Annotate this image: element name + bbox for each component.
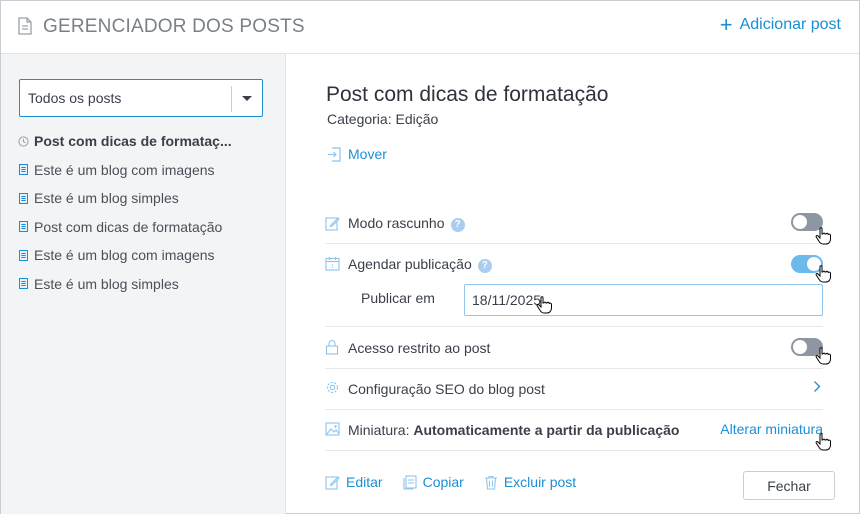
document-icon xyxy=(18,164,29,176)
change-thumbnail-link[interactable]: Alterar miniatura xyxy=(720,421,823,437)
toggle-knob xyxy=(793,215,807,229)
chevron-down-icon[interactable] xyxy=(242,96,252,101)
post-list-item[interactable]: Este é um blog simples xyxy=(18,184,278,213)
post-category: Categoria: Edição xyxy=(327,111,439,127)
post-filter-value: Todos os posts xyxy=(28,90,122,106)
document-icon xyxy=(18,221,29,233)
page-title: GERENCIADOR DOS POSTS xyxy=(43,16,305,37)
post-list-item-label: Este é um blog com imagens xyxy=(34,161,215,178)
copy-label: Copiar xyxy=(422,474,464,490)
post-actions: Editar Copiar Excluir post xyxy=(325,474,596,490)
draft-mode-row: Modo rascunho? xyxy=(325,204,823,244)
post-list-item-label: Post com dicas de formatação xyxy=(34,218,223,235)
schedule-toggle[interactable] xyxy=(791,255,823,273)
add-post-label: Adicionar post xyxy=(739,16,841,33)
move-button[interactable]: Mover xyxy=(327,146,387,162)
post-title: Post com dicas de formatação xyxy=(326,83,609,106)
post-list-item-label: Este é um blog com imagens xyxy=(34,247,215,264)
post-filter-select[interactable]: Todos os posts xyxy=(19,79,263,117)
draft-mode-label: Modo rascunho? xyxy=(348,215,465,232)
help-icon[interactable]: ? xyxy=(450,218,465,232)
draft-mode-toggle[interactable] xyxy=(791,213,823,231)
copy-button[interactable]: Copiar xyxy=(403,474,464,490)
restricted-access-row: Acesso restrito ao post xyxy=(325,328,823,369)
toggle-knob xyxy=(793,340,807,354)
edit-button[interactable]: Editar xyxy=(325,474,383,490)
schedule-label: Agendar publicação? xyxy=(348,256,492,273)
pencil-icon xyxy=(325,475,340,490)
publish-date-input[interactable]: 18/11/2025 xyxy=(464,284,823,316)
restricted-access-label: Acesso restrito ao post xyxy=(348,340,491,356)
post-list-item[interactable]: Post com dicas de formatação xyxy=(18,213,278,242)
thumbnail-prefix: Miniatura: xyxy=(348,422,414,438)
seo-settings-label: Configuração SEO do blog post xyxy=(348,381,545,397)
restricted-access-toggle[interactable] xyxy=(791,338,823,356)
move-label: Mover xyxy=(348,146,387,162)
post-details-panel: Post com dicas de formatação Categoria: … xyxy=(287,54,859,514)
close-button[interactable]: Fechar xyxy=(743,471,835,500)
edit-label: Editar xyxy=(346,474,383,490)
post-list-item[interactable]: Post com dicas de formataç... xyxy=(18,127,278,156)
chevron-right-icon[interactable] xyxy=(813,380,821,398)
delete-post-button[interactable]: Excluir post xyxy=(484,474,576,490)
schedule-text: Agendar publicação xyxy=(348,256,472,272)
lock-icon xyxy=(325,339,339,360)
plus-icon: + xyxy=(719,12,733,37)
post-list-item[interactable]: Este é um blog com imagens xyxy=(18,156,278,185)
document-icon xyxy=(18,192,29,204)
help-icon[interactable]: ? xyxy=(477,259,492,273)
clock-icon xyxy=(18,136,29,147)
document-icon xyxy=(18,249,29,261)
thumbnail-label: Miniatura: Automaticamente a partir da p… xyxy=(348,422,679,438)
sidebar: Todos os posts Post com dicas de formata… xyxy=(1,54,286,514)
delete-post-label: Excluir post xyxy=(503,474,577,490)
thumbnail-row: Miniatura: Automaticamente a partir da p… xyxy=(325,410,823,451)
copy-icon xyxy=(403,474,417,490)
svg-text:1: 1 xyxy=(331,264,334,270)
add-post-button[interactable]: + Adicionar post xyxy=(719,12,841,37)
seo-settings-row[interactable]: Configuração SEO do blog post xyxy=(325,369,823,410)
move-icon xyxy=(328,146,341,162)
trash-icon xyxy=(484,475,497,490)
document-icon xyxy=(18,17,32,40)
gear-icon xyxy=(325,380,340,400)
post-list-item[interactable]: Este é um blog com imagens xyxy=(18,241,278,270)
post-list: Post com dicas de formataç... Este é um … xyxy=(18,127,278,298)
header: GERENCIADOR DOS POSTS + Adicionar post xyxy=(1,1,859,54)
post-list-item-label: Post com dicas de formataç... xyxy=(34,133,232,150)
pencil-icon xyxy=(325,216,340,236)
calendar-icon: 1 xyxy=(325,256,340,276)
thumbnail-value: Automaticamente a partir da publicação xyxy=(413,422,680,438)
image-icon xyxy=(325,422,340,441)
toggle-knob xyxy=(807,257,821,271)
post-list-item-label: Este é um blog simples xyxy=(34,275,179,292)
document-icon xyxy=(18,278,29,290)
select-divider xyxy=(231,86,232,112)
publish-at-label: Publicar em xyxy=(361,290,435,306)
draft-mode-text: Modo rascunho xyxy=(348,215,445,231)
post-manager-window: GERENCIADOR DOS POSTS + Adicionar post T… xyxy=(0,0,860,514)
post-list-item-label: Este é um blog simples xyxy=(34,190,179,207)
post-list-item[interactable]: Este é um blog simples xyxy=(18,270,278,299)
